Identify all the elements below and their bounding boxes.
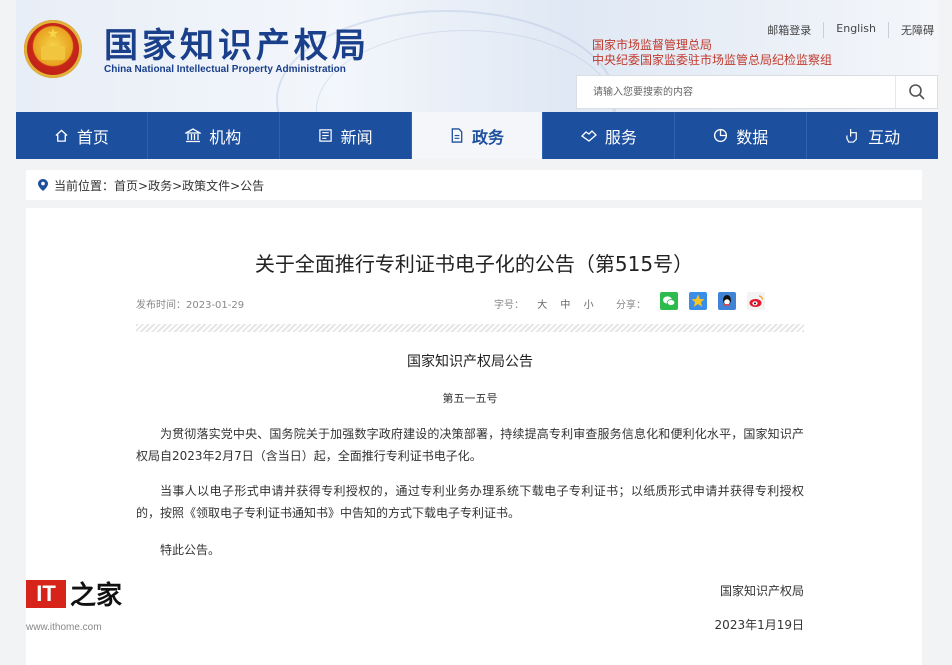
nav-item-label: 数据 xyxy=(736,127,769,147)
breadcrumb-path[interactable]: 首页>政务>政策文件>公告 xyxy=(114,177,264,194)
national-emblem-icon[interactable]: ★ xyxy=(24,20,82,78)
location-pin-icon xyxy=(38,179,48,191)
samr-link[interactable]: 国家市场监督管理总局 xyxy=(592,38,832,53)
ithome-watermark: IT 之家 www.ithome.com xyxy=(26,575,122,633)
main-nav: 首页 机构 新闻 政务 服务 数据 互动 xyxy=(16,112,938,159)
nav-item-institution[interactable]: 机构 xyxy=(148,112,280,159)
logo-cn: 之家 xyxy=(70,581,123,611)
nav-item-service[interactable]: 服务 xyxy=(543,112,676,159)
search-input[interactable] xyxy=(577,76,877,108)
font-size-small[interactable]: 小 xyxy=(584,300,594,311)
font-size-medium[interactable]: 中 xyxy=(560,300,570,311)
interaction-icon xyxy=(845,128,860,143)
institution-icon xyxy=(185,128,202,143)
discipline-link[interactable]: 中央纪委国家监委驻市场监管总局纪检监察组 xyxy=(592,53,832,68)
share-label: 分享： xyxy=(616,300,646,311)
nav-item-label: 服务 xyxy=(604,127,637,147)
qq-icon[interactable] xyxy=(718,292,736,310)
site-subtitle: China National Intellectual Property Adm… xyxy=(104,64,346,75)
nav-item-label: 机构 xyxy=(209,127,242,147)
ithome-logo: IT 之家 xyxy=(26,575,122,612)
font-size-large[interactable]: 大 xyxy=(537,300,547,311)
nav-item-home[interactable]: 首页 xyxy=(16,112,148,159)
article-paragraph: 当事人以电子形式申请并获得专利授权的，通过专利业务办理系统下载电子专利证书；以纸… xyxy=(136,484,804,520)
qzone-icon[interactable] xyxy=(689,292,707,310)
watermark-url: www.ithome.com xyxy=(26,622,102,633)
english-link[interactable]: English xyxy=(824,22,889,38)
article-paragraph: 为贯彻落实党中央、国务院关于加强数字政府建设的决策部署，持续提高专利审查服务信息… xyxy=(136,427,804,463)
article-meta: 发布时间：2023-01-29 字号： 大 中 小 分享： xyxy=(136,292,804,314)
signature: 国家知识产权局 xyxy=(719,584,804,598)
font-size-label: 字号： xyxy=(494,300,524,311)
nav-item-label: 新闻 xyxy=(340,127,373,147)
weibo-icon[interactable] xyxy=(747,292,765,310)
document-icon xyxy=(450,128,464,143)
breadcrumb-label: 当前位置： xyxy=(54,178,115,193)
search-icon xyxy=(908,84,925,100)
service-icon xyxy=(580,128,597,143)
breadcrumb: 当前位置： 首页>政务>政策文件>公告 xyxy=(26,170,922,200)
accessibility-link[interactable]: 无障碍 xyxy=(889,22,938,38)
search-button[interactable] xyxy=(895,76,937,108)
signature-date: 2023年1月19日 xyxy=(714,618,804,632)
logo-it: IT xyxy=(26,579,66,608)
nav-item-government-affairs[interactable]: 政务 xyxy=(411,112,544,159)
article-paragraph: 特此公告。 xyxy=(160,543,221,557)
wechat-icon[interactable] xyxy=(660,292,678,310)
nav-item-data[interactable]: 数据 xyxy=(675,112,808,159)
announcement-number: 第五一五号 xyxy=(442,392,498,405)
publish-date: 发布时间：2023-01-29 xyxy=(136,300,245,311)
top-links: 邮箱登录 English 无障碍 xyxy=(755,22,938,38)
nav-item-label: 互动 xyxy=(868,127,901,147)
news-icon xyxy=(318,128,333,143)
search-box xyxy=(576,75,938,109)
share-icons xyxy=(660,292,776,310)
announcement-title: 国家知识产权局公告 xyxy=(407,354,533,370)
site-title[interactable]: 国家知识产权局 xyxy=(104,18,370,67)
nav-item-label: 首页 xyxy=(76,127,109,147)
article-container: 关于全面推行专利证书电子化的公告（第515号） 发布时间：2023-01-29 … xyxy=(26,208,922,665)
nav-item-news[interactable]: 新闻 xyxy=(280,112,412,159)
mail-login-link[interactable]: 邮箱登录 xyxy=(755,22,825,38)
divider xyxy=(136,324,804,332)
site-header: ★ 国家知识产权局 China National Intellectual Pr… xyxy=(16,0,938,112)
font-size-control: 字号： 大 中 小 xyxy=(494,296,594,311)
home-icon xyxy=(54,128,69,143)
org-links: 国家市场监督管理总局 中央纪委国家监委驻市场监管总局纪检监察组 xyxy=(592,38,832,68)
article-title: 关于全面推行专利证书电子化的公告（第515号） xyxy=(254,252,694,276)
nav-item-label: 政务 xyxy=(472,127,505,147)
nav-item-interaction[interactable]: 互动 xyxy=(807,112,938,159)
chart-icon xyxy=(713,128,728,143)
